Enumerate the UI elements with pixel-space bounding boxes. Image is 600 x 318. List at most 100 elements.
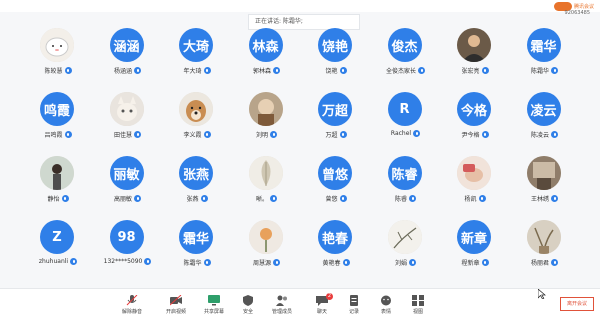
participant-name: 高丽敏 bbox=[113, 196, 132, 203]
participant-name-row: 杨丽君 bbox=[509, 258, 581, 267]
participant-avatar: 陈睿 bbox=[387, 156, 422, 190]
participant-avatar: 98 bbox=[109, 220, 144, 254]
participant-name-row: 吕鸣霞 bbox=[22, 130, 94, 139]
participant-avatar: 饶艳 bbox=[318, 28, 352, 62]
participant-tile[interactable]: 鸣霞 吕鸣霞 bbox=[22, 90, 94, 150]
participant-avatar: 大琦 bbox=[179, 28, 213, 62]
mic-status-icon bbox=[134, 195, 141, 202]
mic-status-icon bbox=[481, 259, 489, 266]
participant-tile[interactable]: 杨凯 bbox=[439, 154, 511, 214]
participant-tile[interactable]: 刘明 bbox=[231, 90, 303, 150]
participant-tile[interactable]: 静怡 bbox=[22, 154, 94, 214]
participant-name: 饶艳 bbox=[325, 68, 338, 75]
participant-name: 王林绣 bbox=[530, 196, 549, 203]
participant-tile[interactable]: 涵涵 杨涵涵 bbox=[92, 26, 164, 86]
participant-name-row: 尹今格 bbox=[439, 130, 511, 139]
participant-name-row: 王林绣 bbox=[509, 194, 581, 203]
participant-tile[interactable]: 周慧源 bbox=[231, 218, 303, 278]
mic-status-icon bbox=[70, 258, 78, 265]
participant-tile[interactable]: R Rachel bbox=[370, 90, 442, 150]
participant-tile[interactable]: 陈皎慧 bbox=[22, 26, 94, 86]
mic-status-icon bbox=[144, 258, 152, 265]
participant-avatar-photo bbox=[40, 156, 74, 190]
participant-name-row: 陈霜华 bbox=[161, 258, 233, 267]
participant-name-row: 程新章 bbox=[439, 258, 511, 267]
participant-avatar: 林森 bbox=[248, 28, 283, 62]
participant-tile[interactable]: 丽敏高丽敏 bbox=[92, 154, 164, 214]
mic-status-icon bbox=[203, 259, 211, 266]
participant-name-row: 杨凯 bbox=[439, 194, 511, 203]
participant-name: 陈睿 bbox=[394, 196, 407, 203]
participant-grid: 陈皎慧 涵涵 杨涵涵 大琦 年大琦 林森 郭林森 饶艳 饶艳 俊杰 全俊杰家长 张宏亮 霜华 陈霜华 鸣霞吕… bbox=[22, 26, 578, 276]
participant-tile[interactable]: 杨丽君 bbox=[509, 218, 581, 278]
mute-button[interactable]: 解除静音 bbox=[112, 293, 152, 317]
mic-status-icon bbox=[481, 131, 489, 138]
participant-name-row: 全俊杰家长 bbox=[370, 66, 442, 75]
grid-view-icon bbox=[412, 295, 424, 306]
mic-status-icon bbox=[270, 195, 277, 202]
mic-status-icon bbox=[270, 131, 277, 138]
participant-tile[interactable]: 张宏亮 bbox=[439, 26, 511, 86]
mic-status-icon bbox=[273, 259, 280, 266]
participant-tile[interactable]: Zzhuhuanli bbox=[22, 218, 94, 278]
mic-status-icon bbox=[409, 195, 416, 202]
participant-tile[interactable]: 新章 程新章 bbox=[439, 218, 511, 278]
participant-name: 周慧源 bbox=[252, 260, 271, 267]
participant-name-row: 万超 bbox=[300, 130, 372, 139]
participant-tile[interactable]: 万超 万超 bbox=[300, 90, 372, 150]
mic-status-icon bbox=[551, 67, 558, 74]
camera-icon bbox=[170, 295, 182, 306]
participant-avatar: 丽敏 bbox=[109, 156, 144, 190]
participant-name-row: 刘明 bbox=[231, 130, 303, 139]
participant-name-row: 陈霜华 bbox=[509, 66, 581, 75]
participant-tile[interactable]: 李义霞 bbox=[161, 90, 233, 150]
participant-tile[interactable]: 俊杰 全俊杰家长 bbox=[370, 26, 442, 86]
participant-tile[interactable]: 今格 尹今格 bbox=[439, 90, 511, 150]
participant-tile[interactable]: 刘娟 bbox=[370, 218, 442, 278]
participant-tile[interactable]: 田佳慧 bbox=[92, 90, 164, 150]
meeting-id: 92063485 bbox=[564, 10, 590, 16]
video-button[interactable]: 开启视频 bbox=[156, 293, 196, 317]
participant-name: 郭林森 bbox=[252, 68, 271, 75]
mic-status-icon bbox=[64, 67, 72, 74]
participant-tile[interactable]: 晰。 bbox=[231, 154, 303, 214]
smile-icon bbox=[381, 295, 391, 306]
participant-name: 全俊杰家长 bbox=[385, 68, 416, 75]
participant-tile[interactable]: 霜华 陈霜华 bbox=[161, 218, 233, 278]
participant-avatar-photo bbox=[457, 28, 491, 62]
participant-name-row: 李义霞 bbox=[161, 130, 233, 139]
mouse-cursor-icon bbox=[538, 289, 546, 299]
participant-tile[interactable]: 凌云 陈凌云 bbox=[509, 90, 581, 150]
end-meeting-button[interactable]: 离开会议 bbox=[560, 297, 594, 311]
mic-status-icon bbox=[339, 67, 347, 74]
participant-tile[interactable]: 98 132****5090 bbox=[92, 218, 164, 278]
participant-name: zhuhuanli bbox=[38, 258, 69, 265]
participant-name: 杨凯 bbox=[464, 196, 477, 203]
participant-name-row: 132****5090 bbox=[92, 258, 164, 265]
participant-tile[interactable]: 曾悠 曾悠 bbox=[300, 154, 372, 214]
participant-tile[interactable]: 张燕 张燕 bbox=[161, 154, 233, 214]
members-button[interactable]: 管理成员 bbox=[262, 293, 302, 317]
participant-name-row: 陈睿 bbox=[370, 194, 442, 203]
bottom-toolbar: 解除静音 开启视频 共享屏幕 安全 管理成员 2 聊天 记录 表情 视图 离开会… bbox=[0, 288, 600, 318]
participant-avatar: 万超 bbox=[318, 92, 352, 126]
participant-avatar-photo bbox=[387, 220, 422, 254]
participant-name-row: 陈凌云 bbox=[509, 130, 581, 139]
participant-name: 杨丽君 bbox=[530, 260, 549, 267]
participant-tile[interactable]: 霜华 陈霜华 bbox=[509, 26, 581, 86]
participant-tile[interactable]: 饶艳 饶艳 bbox=[300, 26, 372, 86]
participant-name: 晰。 bbox=[255, 196, 268, 203]
participant-tile[interactable]: 陈睿 陈睿 bbox=[370, 154, 442, 214]
participant-avatar-photo bbox=[248, 156, 283, 190]
view-button[interactable]: 视图 bbox=[398, 293, 438, 317]
participant-tile[interactable]: 王林绣 bbox=[509, 154, 581, 214]
mic-status-icon bbox=[134, 67, 141, 74]
participant-tile[interactable]: 林森郭林森 bbox=[231, 26, 303, 86]
participant-tile[interactable]: 大琦 年大琦 bbox=[161, 26, 233, 86]
participant-avatar-photo bbox=[248, 220, 283, 254]
mic-status-icon bbox=[339, 131, 347, 138]
participant-tile[interactable]: 艳春 黄艳春 bbox=[300, 218, 372, 278]
mic-status-icon bbox=[200, 195, 208, 202]
mic-status-icon bbox=[64, 131, 72, 138]
mic-status-icon bbox=[409, 259, 416, 266]
